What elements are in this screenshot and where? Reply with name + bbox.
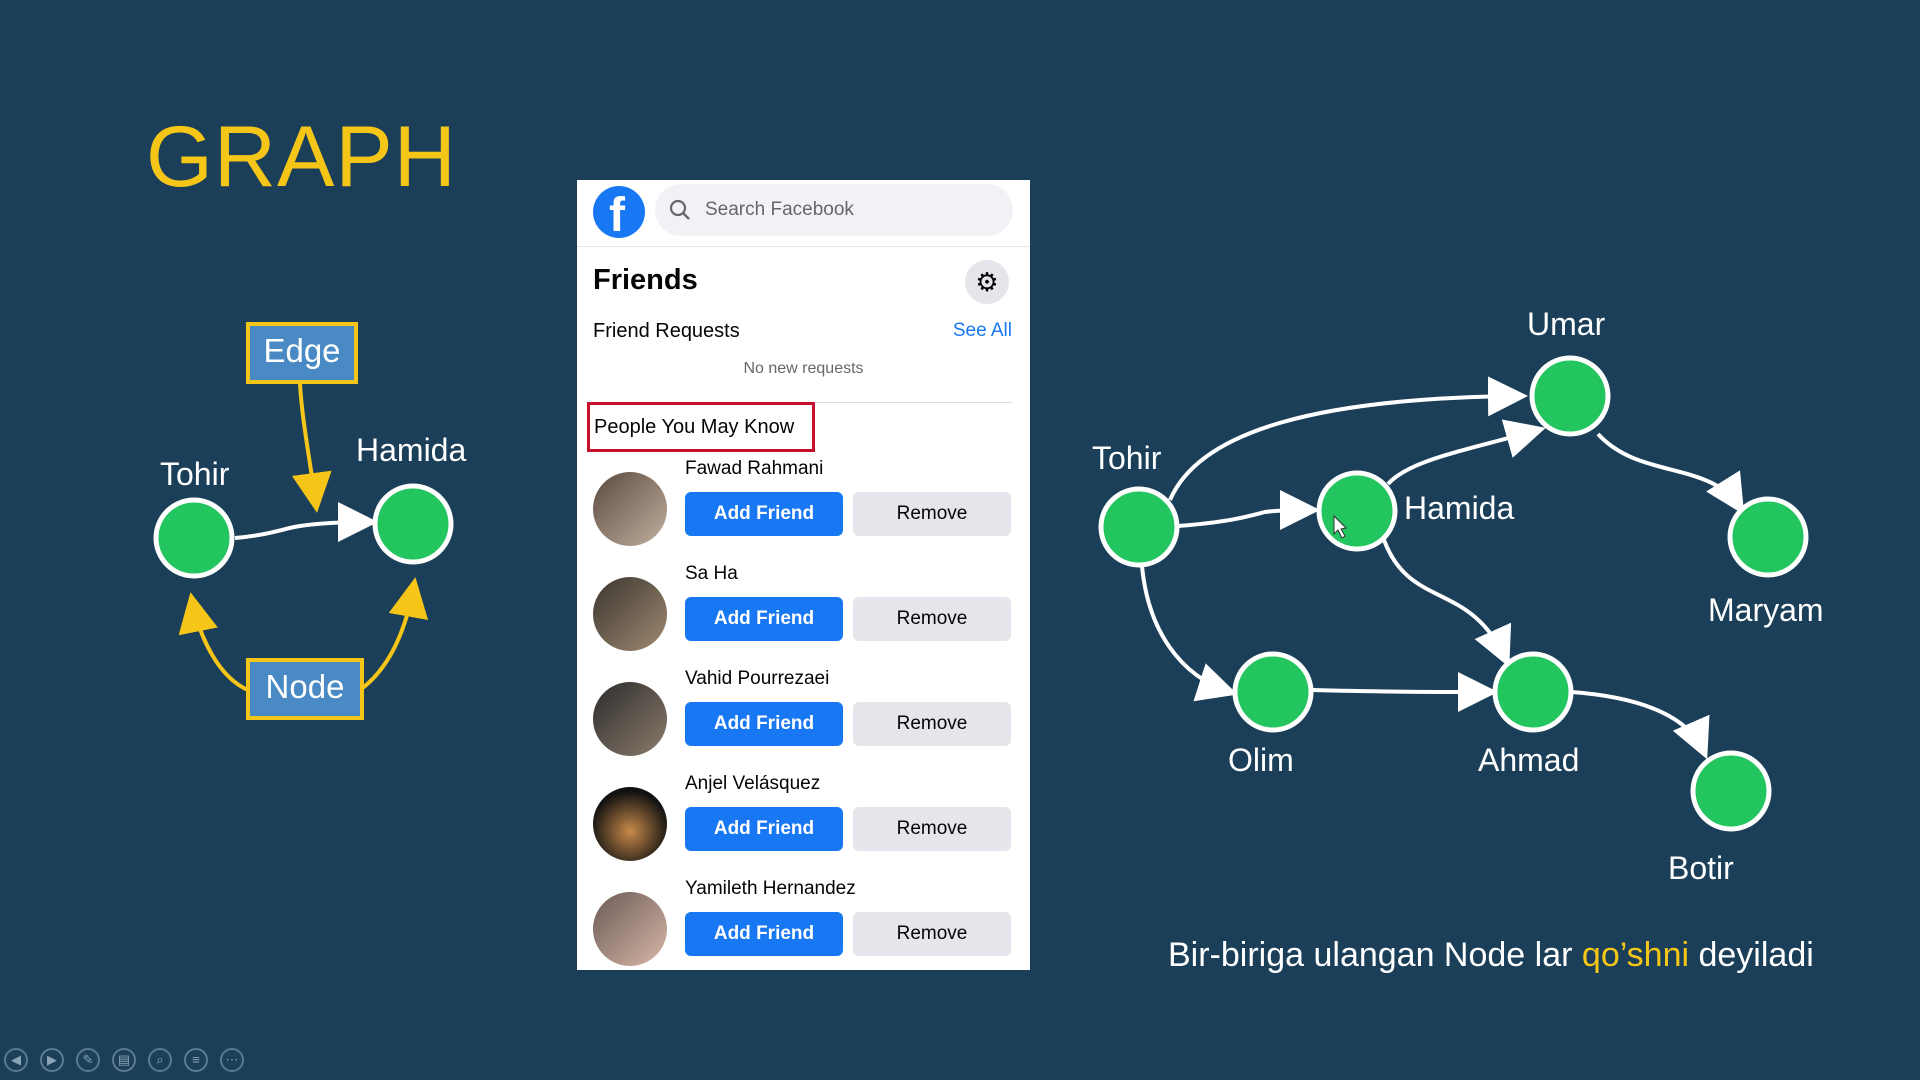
facebook-friends-panel: f Search Facebook Friends ⚙ Friend Reque… <box>577 180 1030 970</box>
node-tohir-left <box>153 497 235 579</box>
label-umar: Umar <box>1527 306 1606 342</box>
label-tohir-left: Tohir <box>160 456 230 492</box>
caption-text-1: Bir-biriga ulangan Node lar <box>1168 936 1582 974</box>
person-name[interactable]: Yamileth Hernandez <box>685 878 856 900</box>
label-ahmad: Ahmad <box>1478 742 1580 778</box>
node-olim <box>1232 651 1314 733</box>
next-icon[interactable]: ▶ <box>40 1048 64 1072</box>
node-botir <box>1690 750 1772 832</box>
search-placeholder: Search Facebook <box>705 199 854 220</box>
edge-hamida-umar <box>1386 419 1546 486</box>
caption-text-2: deyiladi <box>1689 936 1814 974</box>
prev-icon[interactable]: ◀ <box>4 1048 28 1072</box>
edge-olim-ahmad <box>1311 671 1498 712</box>
slides-icon[interactable]: ▤ <box>112 1048 136 1072</box>
facebook-logo-icon[interactable]: f <box>593 186 645 242</box>
caption-highlight: qo’shni <box>1581 936 1690 974</box>
edge-hamida-ahmad <box>1382 539 1512 668</box>
edge-tag: Edge <box>246 322 358 384</box>
remove-button[interactable]: Remove <box>853 492 1011 536</box>
node-tag: Node <box>246 658 364 720</box>
zoom-icon[interactable]: ⌕ <box>148 1048 172 1072</box>
friends-heading: Friends <box>593 264 698 296</box>
edge-pointer-arrow <box>291 383 332 513</box>
edge-umar-maryam <box>1596 432 1745 515</box>
facebook-header: f Search Facebook <box>577 180 1030 247</box>
list-item: Sa Ha Add Friend Remove <box>577 563 1030 673</box>
person-name[interactable]: Anjel Velásquez <box>685 773 820 795</box>
edge-ahmad-botir <box>1571 690 1710 760</box>
node-hamida-left <box>372 483 454 565</box>
label-maryam: Maryam <box>1708 592 1824 628</box>
add-friend-button[interactable]: Add Friend <box>685 597 843 641</box>
search-input[interactable]: Search Facebook <box>655 184 1013 236</box>
label-olim: Olim <box>1228 742 1294 778</box>
person-name[interactable]: Fawad Rahmani <box>685 458 823 480</box>
facebook-logo-letter: f <box>609 189 625 242</box>
label-tohir: Tohir <box>1092 440 1162 476</box>
avatar[interactable] <box>593 787 667 861</box>
no-requests-text: No new requests <box>743 360 864 377</box>
avatar[interactable] <box>593 577 667 651</box>
slide: GRAPH Edge Node Tohir Hamida Umar Tohir … <box>0 0 1920 1080</box>
edge-tohir-olim <box>1140 565 1238 702</box>
label-hamida: Hamida <box>1404 490 1515 526</box>
remove-button[interactable]: Remove <box>853 912 1011 956</box>
gear-icon[interactable]: ⚙ <box>965 260 1009 304</box>
list-item: Fawad Rahmani Add Friend Remove <box>577 458 1030 568</box>
node-pointer-arrow-left <box>178 592 249 692</box>
node-hamida <box>1316 470 1398 552</box>
add-friend-button[interactable]: Add Friend <box>685 807 843 851</box>
edge-tohir-hamida <box>1177 490 1320 531</box>
label-hamida-left: Hamida <box>356 432 467 468</box>
list-item: Vahid Pourrezaei Add Friend Remove <box>577 668 1030 778</box>
list-item: Yamileth Hernandez Add Friend Remove <box>577 878 1030 970</box>
remove-button[interactable]: Remove <box>853 597 1011 641</box>
remove-button[interactable]: Remove <box>853 702 1011 746</box>
slide-caption: Bir-biriga ulangan Node lar qo’shni deyi… <box>1168 936 1814 975</box>
subtitle-icon[interactable]: ≡ <box>184 1048 208 1072</box>
node-ahmad <box>1492 651 1574 733</box>
node-maryam <box>1727 496 1809 578</box>
person-name[interactable]: Sa Ha <box>685 563 738 585</box>
friend-requests-label: Friend Requests <box>593 320 740 342</box>
avatar[interactable] <box>593 472 667 546</box>
person-name[interactable]: Vahid Pourrezaei <box>685 668 829 690</box>
add-friend-button[interactable]: Add Friend <box>685 492 843 536</box>
node-tohir <box>1098 486 1180 568</box>
left-edge-tohir-hamida <box>234 502 378 543</box>
search-icon <box>669 199 690 220</box>
presentation-toolbar: ◀ ▶ ✎ ▤ ⌕ ≡ ⋯ <box>4 1048 244 1072</box>
add-friend-button[interactable]: Add Friend <box>685 912 843 956</box>
see-all-link[interactable]: See All <box>953 320 1012 342</box>
avatar[interactable] <box>593 892 667 966</box>
people-you-may-know-heading: People You May Know <box>587 402 815 452</box>
list-item: Anjel Velásquez Add Friend Remove <box>577 773 1030 883</box>
node-umar <box>1529 355 1611 437</box>
add-friend-button[interactable]: Add Friend <box>685 702 843 746</box>
node-pointer-arrow-right <box>358 577 429 692</box>
avatar[interactable] <box>593 682 667 756</box>
pen-icon[interactable]: ✎ <box>76 1048 100 1072</box>
more-icon[interactable]: ⋯ <box>220 1048 244 1072</box>
remove-button[interactable]: Remove <box>853 807 1011 851</box>
label-botir: Botir <box>1668 850 1734 886</box>
